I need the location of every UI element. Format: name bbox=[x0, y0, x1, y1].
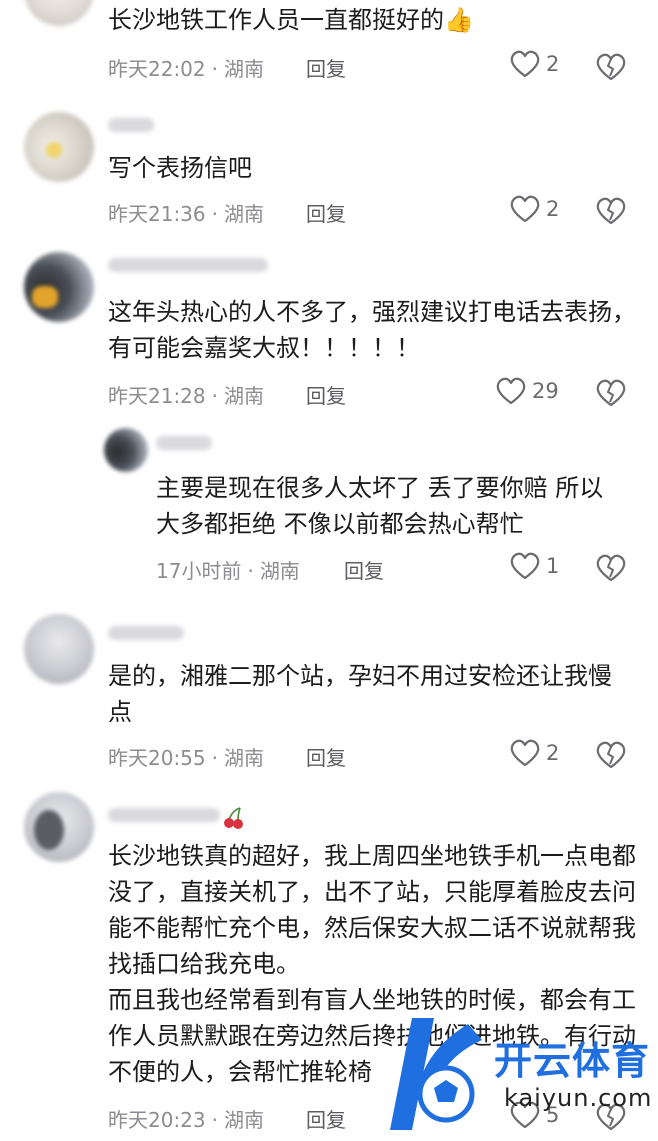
heart-icon bbox=[496, 377, 526, 405]
avatar[interactable] bbox=[24, 112, 94, 182]
reply-button[interactable]: 回复 bbox=[306, 742, 346, 771]
comment-location: 湖南 bbox=[224, 57, 264, 81]
like-count: 2 bbox=[546, 741, 560, 765]
reply-button[interactable]: 回复 bbox=[306, 380, 346, 409]
like-button[interactable]: 2 bbox=[510, 195, 559, 223]
brand-watermark: 开云体育 kaiyun.com bbox=[372, 1010, 652, 1138]
brand-logo-icon bbox=[390, 1018, 482, 1130]
comment-time: 昨天21:36 bbox=[108, 202, 206, 226]
reply-button[interactable]: 回复 bbox=[306, 1104, 346, 1133]
like-button[interactable]: 2 bbox=[510, 739, 559, 767]
comment-text: 是的，湘雅二那个站，孕妇不用过安检还让我慢点 bbox=[108, 662, 612, 726]
like-count: 2 bbox=[546, 52, 560, 76]
heart-icon bbox=[510, 552, 540, 580]
dislike-icon[interactable] bbox=[596, 740, 626, 770]
avatar[interactable] bbox=[24, 0, 94, 26]
comment-location: 湖南 bbox=[224, 1108, 264, 1132]
dislike-icon[interactable] bbox=[596, 378, 626, 408]
comment-time: 17小时前 bbox=[156, 559, 242, 583]
username-blurred[interactable] bbox=[108, 808, 220, 822]
like-count: 1 bbox=[546, 554, 560, 578]
comment-location: 湖南 bbox=[224, 202, 264, 226]
comment-time: 昨天21:28 bbox=[108, 384, 206, 408]
dislike-icon[interactable] bbox=[596, 196, 626, 226]
avatar[interactable] bbox=[24, 614, 94, 684]
username-blurred[interactable] bbox=[156, 436, 212, 450]
like-button[interactable]: 1 bbox=[510, 552, 559, 580]
dislike-icon[interactable] bbox=[596, 52, 626, 82]
comment-meta: 17小时前 · 湖南 bbox=[156, 559, 300, 583]
comment-text: 写个表扬信吧 bbox=[108, 154, 252, 182]
like-button[interactable]: 29 bbox=[496, 377, 559, 405]
reply-button[interactable]: 回复 bbox=[306, 198, 346, 227]
like-count: 2 bbox=[546, 197, 560, 221]
heart-icon bbox=[510, 195, 540, 223]
comment-meta: 昨天20:55 · 湖南 bbox=[108, 746, 264, 770]
comment-location: 湖南 bbox=[259, 559, 300, 583]
comment-meta: 昨天22:02 · 湖南 bbox=[108, 57, 264, 81]
comment-meta: 昨天20:23 · 湖南 bbox=[108, 1108, 264, 1132]
comment-time: 昨天20:55 bbox=[108, 746, 206, 770]
comment-meta: 昨天21:36 · 湖南 bbox=[108, 202, 264, 226]
comment-list: { "comments": [ { "text": "长沙地铁工作人员一直都挺好… bbox=[0, 0, 658, 1141]
brand-name: 开云体育 bbox=[494, 1039, 651, 1083]
comment-text: 长沙地铁工作人员一直都挺好的👍 bbox=[108, 6, 474, 34]
comment-time: 昨天20:23 bbox=[108, 1108, 206, 1132]
comment-location: 湖南 bbox=[224, 746, 264, 770]
username-blurred[interactable] bbox=[108, 258, 268, 272]
comment-text: 这年头热心的人不多了，强烈建议打电话去表扬，有可能会嘉奖大叔！！！！！ bbox=[108, 298, 636, 362]
avatar[interactable] bbox=[24, 792, 94, 862]
heart-icon bbox=[510, 50, 540, 78]
username-blurred[interactable] bbox=[108, 626, 184, 640]
like-count: 29 bbox=[532, 379, 559, 403]
reply-button[interactable]: 回复 bbox=[344, 555, 384, 584]
dislike-icon[interactable] bbox=[596, 553, 626, 583]
brand-domain: kaiyun.com bbox=[504, 1084, 653, 1112]
heart-icon bbox=[510, 739, 540, 767]
like-button[interactable]: 2 bbox=[510, 50, 559, 78]
username-blurred[interactable] bbox=[108, 118, 154, 132]
avatar[interactable] bbox=[104, 428, 148, 472]
comment-time: 昨天22:02 bbox=[108, 57, 206, 81]
thumbs-up-emoji: 👍 bbox=[444, 6, 474, 34]
comment-meta: 昨天21:28 · 湖南 bbox=[108, 384, 264, 408]
comment-location: 湖南 bbox=[224, 384, 264, 408]
avatar[interactable] bbox=[24, 252, 94, 322]
reply-button[interactable]: 回复 bbox=[306, 53, 346, 82]
comment-text: 主要是现在很多人太坏了 丢了要你赔 所以大多都拒绝 不像以前都会热心帮忙 bbox=[156, 474, 604, 538]
cherry-icon bbox=[224, 807, 243, 829]
